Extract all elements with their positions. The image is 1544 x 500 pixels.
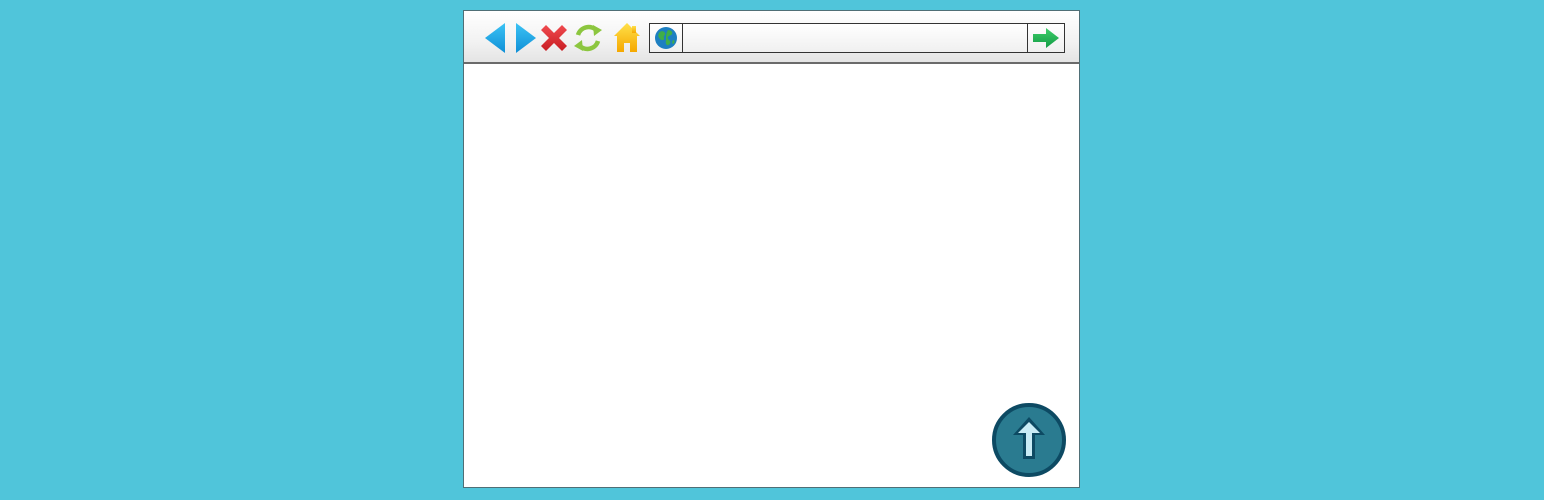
page-content — [464, 64, 1079, 487]
refresh-button[interactable] — [571, 21, 605, 55]
address-bar — [649, 23, 1065, 53]
stop-x-icon — [541, 25, 567, 51]
back-arrow-icon — [485, 23, 505, 53]
arrow-up-icon — [992, 403, 1066, 477]
go-button[interactable] — [1027, 24, 1064, 52]
url-input[interactable] — [684, 24, 1027, 52]
forward-arrow-icon — [516, 23, 536, 53]
go-arrow-icon — [1033, 28, 1059, 48]
stop-button[interactable] — [537, 21, 571, 55]
back-button[interactable] — [478, 21, 512, 55]
globe-icon — [655, 27, 677, 49]
browser-window — [463, 10, 1080, 488]
home-button[interactable] — [610, 21, 644, 55]
scroll-to-top-button[interactable] — [992, 403, 1066, 477]
home-icon — [614, 23, 640, 52]
browser-toolbar — [464, 11, 1079, 64]
desktop-background — [0, 0, 1544, 500]
refresh-icon — [574, 24, 602, 52]
site-info-button[interactable] — [650, 24, 683, 52]
